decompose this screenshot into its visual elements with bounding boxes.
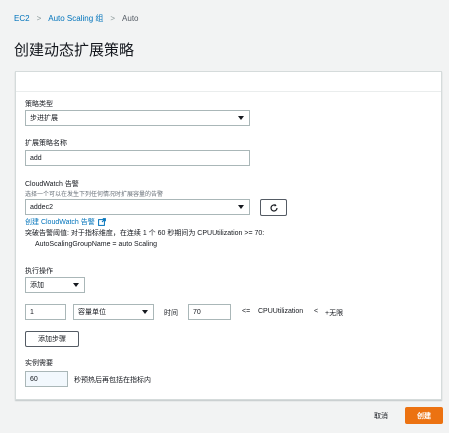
action-value: 添加 [30,282,44,289]
step-lower-bound-value: 70 [193,308,201,316]
step-quantity-input[interactable]: 1 [25,304,66,320]
add-step-button[interactable]: 添加步骤 [25,331,79,347]
cancel-button[interactable]: 取消 [366,407,396,424]
chevron-down-icon [142,310,148,314]
warmup-label: 实例需要 [25,360,53,367]
panel-header [16,72,441,92]
action-label: 执行操作 [25,268,53,275]
cloudwatch-alarm-value: addec2 [30,203,53,211]
breadcrumb-separator: > [110,13,116,23]
operator-le: <= [242,308,251,315]
alarm-threshold-text: 突破告警阈值: 对于指标维度，在连续 1 个 60 秒期间为 CPUUtiliz… [25,230,265,237]
cloudwatch-label: CloudWatch 告警 [25,181,79,188]
create-alarm-link-text: 创建 CloudWatch 告警 [25,219,95,226]
step-unit-value: 容量单位 [78,309,106,316]
chevron-down-icon [238,205,244,209]
refresh-icon [269,203,278,212]
policy-type-select[interactable]: 步进扩展 [25,110,250,126]
chevron-down-icon [73,283,79,287]
step-time-label: 时间 [164,310,178,317]
breadcrumb: EC2 > Auto Scaling 组 > Auto [14,12,139,24]
page-title: 创建动态扩展策略 [14,42,135,59]
breadcrumb-current: Auto [122,13,139,23]
create-button[interactable]: 创建 [405,407,443,424]
cancel-label: 取消 [374,412,388,420]
breadcrumb-separator: > [36,13,42,23]
policy-type-label: 策略类型 [25,101,53,108]
external-link-icon [97,218,106,226]
action-select[interactable]: 添加 [25,277,85,293]
step-upper-bound: +无限 [325,310,344,317]
create-cloudwatch-alarm-link[interactable]: 创建 CloudWatch 告警 [25,217,106,227]
policy-type-value: 步进扩展 [30,115,58,122]
step-lower-bound-input[interactable]: 70 [188,304,231,320]
warmup-seconds-input[interactable]: 60 [25,371,68,387]
breadcrumb-ec2[interactable]: EC2 [14,14,30,23]
warmup-suffix: 秒预热后再包括在指标内 [74,377,151,384]
policy-name-label: 扩展策略名称 [25,140,67,147]
operator-lt: < [314,308,319,315]
refresh-alarms-button[interactable] [260,199,287,216]
step-quantity-value: 1 [30,308,34,316]
chevron-down-icon [238,116,244,120]
breadcrumb-auto-scaling-group[interactable]: Auto Scaling 组 [48,13,103,24]
policy-name-value: add [30,154,42,162]
add-step-label: 添加步骤 [38,336,66,343]
warmup-seconds-value: 60 [30,375,38,383]
cloudwatch-alarm-select[interactable]: addec2 [25,199,250,215]
cloudwatch-hint: 选择一个可以在发生下列任何情况时扩展容量的告警 [25,192,164,198]
step-unit-select[interactable]: 容量单位 [73,304,154,320]
step-metric-name: CPUUtilization [258,308,304,315]
alarm-dimension-text: AutoScalingGroupName = auto Scaling [35,241,157,248]
create-label: 创建 [417,412,431,420]
policy-name-input[interactable]: add [25,150,250,166]
